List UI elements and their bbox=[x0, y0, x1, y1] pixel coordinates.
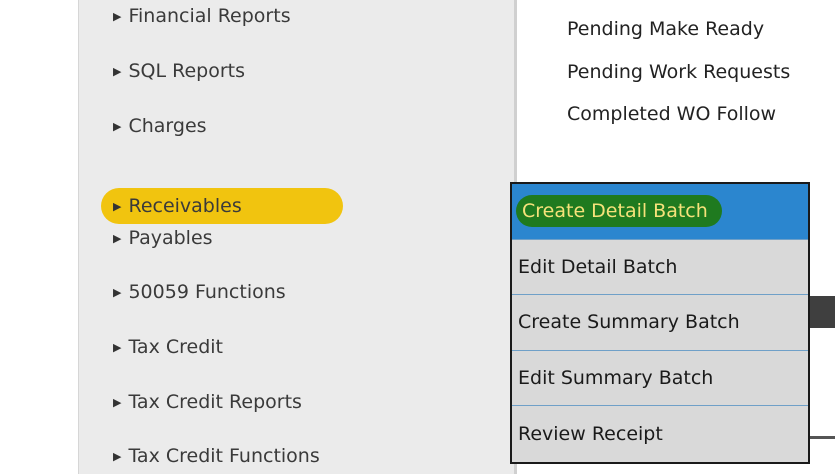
sidebar-item-label: Charges bbox=[128, 115, 207, 137]
left-margin bbox=[0, 0, 78, 474]
sidebar-item-50059-functions[interactable]: ▶ 50059 Functions bbox=[113, 277, 286, 307]
menu-item-review-receipt[interactable]: Review Receipt bbox=[512, 406, 808, 462]
sidebar-item-receivables[interactable]: ▶ Receivables bbox=[101, 188, 343, 224]
caret-right-icon: ▶ bbox=[113, 449, 122, 463]
sidebar-item-label: SQL Reports bbox=[128, 60, 245, 82]
sidebar-item-charges[interactable]: ▶ Charges bbox=[113, 111, 207, 141]
sidebar-item-label: Tax Credit bbox=[128, 336, 223, 358]
menu-item-label: Review Receipt bbox=[518, 423, 663, 446]
menu-item-create-detail-batch[interactable]: Create Detail Batch bbox=[512, 184, 808, 240]
sidebar-item-label: Financial Reports bbox=[128, 5, 291, 27]
caret-right-icon: ▶ bbox=[113, 64, 122, 78]
sidebar-item-tax-credit-functions[interactable]: ▶ Tax Credit Functions bbox=[113, 441, 320, 471]
sidebar-item-tax-credit[interactable]: ▶ Tax Credit bbox=[113, 332, 223, 362]
caret-right-icon: ▶ bbox=[113, 395, 122, 409]
sidebar-item-label: Tax Credit Reports bbox=[128, 391, 302, 413]
content-area: Pending Make Ready Pending Work Requests… bbox=[517, 0, 835, 190]
sidebar-item-label: 50059 Functions bbox=[128, 281, 286, 303]
sidebar-item-label: Tax Credit Functions bbox=[128, 445, 320, 467]
content-link-completed-wo-follow[interactable]: Completed WO Follow bbox=[567, 103, 776, 125]
sidebar-item-payables[interactable]: ▶ Payables bbox=[113, 223, 213, 253]
caret-right-icon: ▶ bbox=[113, 199, 122, 213]
sidebar-item-financial-reports[interactable]: ▶ Financial Reports bbox=[113, 1, 291, 31]
menu-item-label: Create Detail Batch bbox=[516, 195, 722, 228]
sidebar-item-label: Payables bbox=[128, 227, 213, 249]
menu-item-label: Edit Summary Batch bbox=[518, 367, 714, 390]
menu-item-label: Edit Detail Batch bbox=[518, 255, 678, 278]
caret-right-icon: ▶ bbox=[113, 9, 122, 23]
caret-right-icon: ▶ bbox=[113, 231, 122, 245]
content-link-pending-make-ready[interactable]: Pending Make Ready bbox=[567, 18, 764, 40]
receivables-submenu: Create Detail Batch Edit Detail Batch Cr… bbox=[510, 182, 810, 464]
sidebar-item-sql-reports[interactable]: ▶ SQL Reports bbox=[113, 56, 245, 86]
menu-item-create-summary-batch[interactable]: Create Summary Batch bbox=[512, 295, 808, 351]
menu-item-edit-summary-batch[interactable]: Edit Summary Batch bbox=[512, 351, 808, 407]
caret-right-icon: ▶ bbox=[113, 285, 122, 299]
sidebar-item-tax-credit-reports[interactable]: ▶ Tax Credit Reports bbox=[113, 387, 302, 417]
caret-right-icon: ▶ bbox=[113, 119, 122, 133]
caret-right-icon: ▶ bbox=[113, 340, 122, 354]
menu-item-edit-detail-batch[interactable]: Edit Detail Batch bbox=[512, 240, 808, 296]
menu-item-label: Create Summary Batch bbox=[518, 311, 740, 334]
content-link-pending-work-requests[interactable]: Pending Work Requests bbox=[567, 61, 790, 83]
sidebar-item-label: Receivables bbox=[128, 195, 242, 217]
